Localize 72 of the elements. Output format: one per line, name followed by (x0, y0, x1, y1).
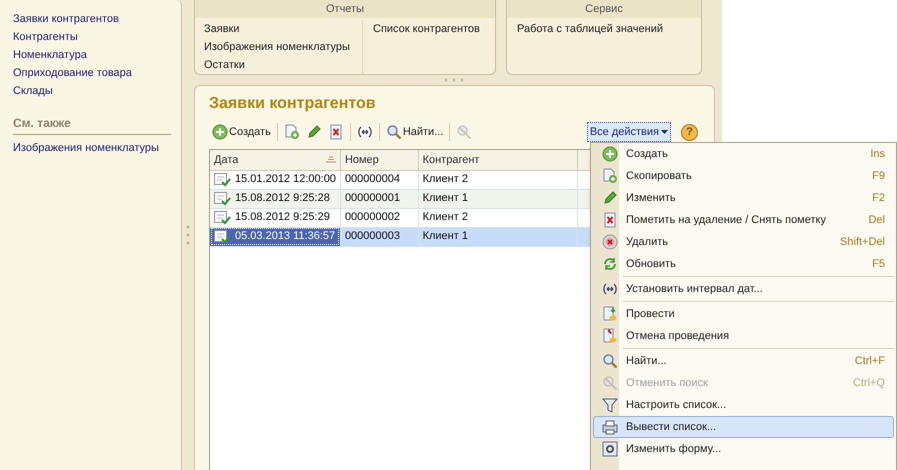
caret-icon (661, 130, 668, 134)
report-link[interactable]: Список контрагентов (373, 20, 480, 38)
document-plus-icon (284, 124, 300, 140)
gear-window-icon (602, 441, 618, 457)
table-cell: Клиент 2 (418, 208, 577, 227)
help-button[interactable]: ? (681, 124, 698, 140)
search-icon (602, 353, 618, 369)
nav-link[interactable]: Контрагенты (13, 28, 171, 46)
splitter-grip-icon[interactable] (443, 78, 465, 82)
document-arrow-icon (602, 306, 618, 322)
form-title: Заявки контрагентов (209, 94, 377, 114)
document-check-icon (214, 229, 231, 244)
menu-item[interactable]: Создать Ins (593, 143, 894, 165)
circular-arrows-icon (602, 256, 618, 272)
plus-circle-icon (602, 146, 618, 162)
double-arrow-icon (356, 124, 373, 140)
table-cell: 000000001 (340, 189, 418, 208)
menu-item[interactable]: Пометить на удаление / Снять пометку Del (593, 209, 894, 231)
menu-item[interactable]: Удалить Shift+Del (593, 231, 894, 253)
splitter-grip-icon[interactable] (186, 224, 190, 246)
nav-link[interactable]: Номенклатура (13, 46, 171, 64)
document-check-icon (214, 191, 231, 206)
search-icon (456, 124, 472, 140)
section-title: См. также (13, 116, 71, 130)
service-link[interactable]: Работа с таблицей значений (517, 20, 701, 38)
panel-title: Отчеты (195, 0, 495, 18)
menu-item[interactable]: Отмена проведения (593, 325, 894, 347)
pencil-icon (306, 124, 322, 140)
menu-item[interactable]: Вывести список... (593, 416, 894, 438)
document-arrow-icon (602, 328, 618, 344)
all-actions-button[interactable]: Все действия (586, 122, 671, 142)
menu-item[interactable]: Провести (593, 303, 894, 325)
menu-item[interactable]: Настроить список... (593, 394, 894, 416)
table-cell: 000000002 (340, 208, 418, 227)
panel-title: Сервис (507, 0, 701, 18)
nav-link[interactable]: Изображения номенклатуры (13, 138, 171, 156)
date-cell: 05.03.2013 11:36:57 (210, 227, 340, 246)
date-cell: 15.08.2012 9:25:29 (210, 208, 340, 227)
create-button[interactable]: Создать (209, 121, 274, 143)
find-button[interactable]: Найти... (382, 121, 446, 143)
report-link[interactable]: Остатки (204, 56, 362, 74)
nav-link[interactable]: Оприходование товара (13, 64, 171, 82)
funnel-icon (602, 397, 618, 413)
menu-item[interactable]: Установить интервал дат... (593, 278, 894, 300)
report-link[interactable]: Изображения номенклатуры (204, 38, 362, 56)
table-cell: 000000004 (340, 170, 418, 189)
document-plus-icon (602, 168, 618, 184)
menu-item[interactable]: Найти... Ctrl+F (593, 350, 894, 372)
search-icon (602, 375, 618, 391)
table-cell: Клиент 2 (418, 170, 577, 189)
document-cross-icon (328, 124, 344, 140)
report-link[interactable]: Заявки (204, 20, 362, 38)
menu-item[interactable]: Изменить форму... (593, 438, 894, 460)
date-cell: 15.01.2012 12:00:00 (210, 170, 340, 189)
menu-item[interactable]: Скопировать F9 (593, 165, 894, 187)
document-cross-icon (602, 212, 618, 228)
menu-item[interactable]: Изменить F2 (593, 187, 894, 209)
double-arrow-icon (602, 281, 618, 297)
table-cell: Клиент 1 (418, 189, 577, 208)
plus-circle-icon (212, 124, 228, 140)
search-icon (386, 124, 402, 140)
table-cell: Клиент 1 (418, 227, 577, 246)
column-header[interactable]: Контрагент (418, 150, 577, 170)
nav-link[interactable]: Заявки контрагентов (13, 10, 171, 28)
table-cell: 000000003 (340, 227, 418, 246)
column-header[interactable]: Номер (340, 150, 418, 170)
cross-circle-icon (602, 234, 618, 250)
printer-icon (602, 419, 618, 435)
column-header[interactable]: Дата (210, 150, 340, 170)
date-cell: 15.08.2012 9:25:28 (210, 189, 340, 208)
nav-link[interactable]: Склады (13, 82, 171, 100)
menu-item[interactable]: Обновить F5 (593, 253, 894, 275)
